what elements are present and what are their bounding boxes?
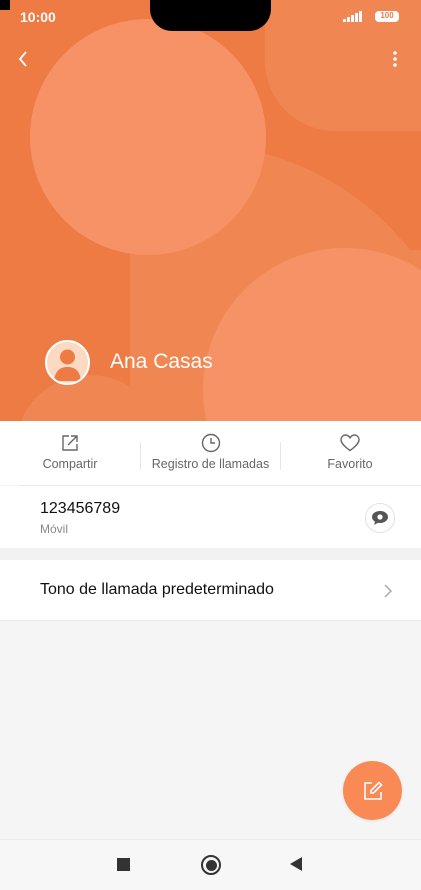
contact-name: Ana Casas: [110, 350, 213, 373]
share-label: Compartir: [42, 457, 98, 471]
camera-notch: [150, 0, 271, 31]
edit-icon: [363, 780, 383, 800]
call-log-button[interactable]: Registro de llamadas: [141, 421, 280, 485]
share-button[interactable]: Compartir: [20, 421, 120, 485]
avatar: [45, 340, 90, 385]
home-circle-icon[interactable]: [201, 855, 221, 875]
chevron-right-icon: [384, 584, 393, 598]
divider: [140, 442, 141, 470]
more-options-button[interactable]: [384, 46, 406, 72]
back-button[interactable]: [10, 46, 36, 72]
person-icon: [54, 349, 81, 381]
signal-icon: [343, 10, 363, 22]
share-icon: [62, 435, 78, 451]
more-vertical-icon: [393, 51, 397, 67]
favorite-button[interactable]: Favorito: [300, 421, 400, 485]
phone-number: 123456789: [40, 500, 121, 517]
default-ringtone-label: Tono de llamada predeterminado: [40, 581, 274, 598]
back-triangle-icon[interactable]: [290, 857, 302, 871]
favorite-label: Favorito: [327, 457, 373, 471]
phone-type: Móvil: [40, 522, 69, 536]
call-log-label: Registro de llamadas: [151, 457, 270, 471]
recents-square-icon[interactable]: [117, 858, 130, 871]
heart-icon: [340, 434, 360, 452]
section-gap: [0, 548, 421, 560]
clock-icon: [201, 433, 220, 453]
battery-icon: 100: [375, 11, 399, 22]
message-bubble-icon: [372, 511, 388, 525]
chevron-left-icon: [18, 51, 27, 67]
action-bar: Compartir Registro de llamadas Favorito: [0, 421, 421, 485]
divider: [280, 442, 281, 470]
edit-contact-button[interactable]: [343, 761, 402, 820]
status-time: 10:00: [20, 9, 56, 25]
send-message-button[interactable]: [365, 503, 395, 533]
screen-corner: [0, 0, 10, 10]
